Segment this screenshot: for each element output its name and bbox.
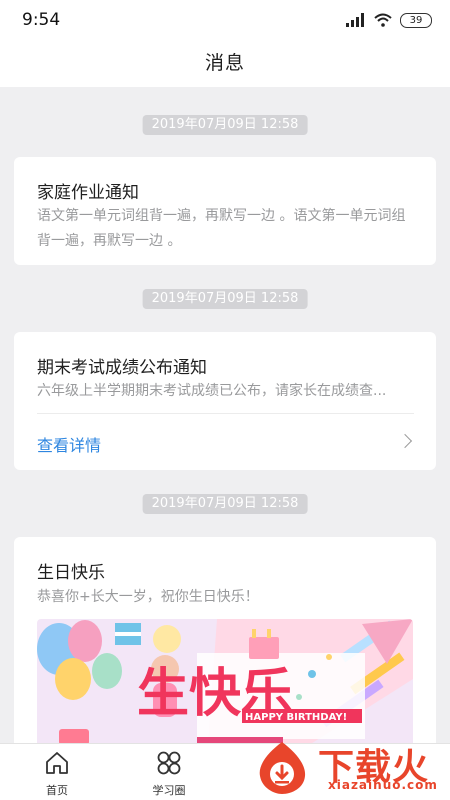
message-title: 家庭作业通知 [37, 183, 139, 203]
banner-subtitle: HAPPY BIRTHDAY! [245, 712, 347, 723]
card-divider [37, 413, 414, 414]
view-details-link[interactable]: 查看详情 [37, 432, 101, 456]
status-bar: 9:54 39 [0, 0, 450, 40]
battery-indicator: 39 [400, 12, 432, 28]
nav-label: 学习圈 [152, 784, 186, 797]
signal-icon [346, 13, 364, 27]
watermark-url: xiazaihuo.com [328, 778, 438, 792]
message-timestamp: 2019年07月09日 12:58 [142, 115, 308, 135]
message-timestamp: 2019年07月09日 12:58 [142, 289, 308, 309]
message-body: 恭喜你+长大一岁，祝你生日快乐！ [37, 589, 259, 605]
chevron-right-icon[interactable] [397, 433, 413, 449]
message-card-birthday[interactable]: 生日快乐 恭喜你+长大一岁，祝你生日快乐！ 生快乐 HAPPY BIRTHDAY… [14, 537, 436, 767]
watermark-flame-icon [259, 742, 306, 794]
nav-item-study-circle[interactable]: 学习圈 [139, 750, 199, 798]
page-title: 消息 [204, 52, 245, 74]
message-title: 期末考试成绩公布通知 [37, 358, 207, 378]
home-icon [46, 752, 68, 774]
header: 消息 [0, 40, 450, 87]
status-icons: 39 [346, 12, 432, 28]
message-body: 语文第一单元词组背一遍，再默写一边 。语文第一单元词组背一遍，再默写一边 。 [37, 208, 406, 249]
message-card-exam-results[interactable]: 期末考试成绩公布通知 六年级上半学期期末考试成绩已公布，请家长在成绩查... 查… [14, 332, 436, 470]
nav-label: 首页 [46, 784, 68, 797]
message-timestamp: 2019年07月09日 12:58 [142, 494, 308, 514]
wifi-icon [374, 13, 392, 27]
watermark-logo: 下载火 xiazaihuo.com [252, 738, 442, 796]
message-body: 六年级上半学期期末考试成绩已公布，请家长在成绩查... [37, 383, 387, 399]
status-time: 9:54 [22, 10, 61, 30]
four-circles-icon [157, 751, 181, 775]
message-title: 生日快乐 [37, 563, 105, 583]
message-card-homework[interactable]: 家庭作业通知 语文第一单元词组背一遍，再默写一边 。语文第一单元词组背一遍，再默… [14, 157, 436, 265]
nav-item-home[interactable]: 首页 [27, 750, 87, 798]
